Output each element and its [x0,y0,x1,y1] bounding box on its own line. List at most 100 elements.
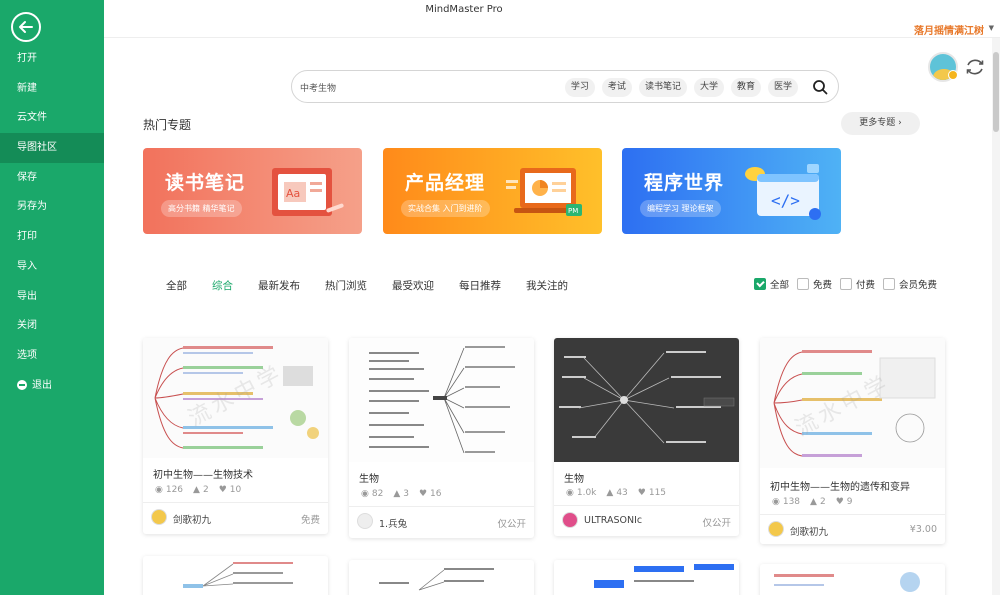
tab-popular[interactable]: 最受欢迎 [392,278,434,293]
banner-title: 读书笔记 [165,172,246,194]
eye-icon: ◉ [772,497,780,507]
title-bar: MindMaster Pro 落月摇情满江树 ▼ [104,0,1000,38]
price-label: 仅公开 [702,518,731,529]
mindmap-thumbnail[interactable]: 流水中学 [143,338,328,458]
author-name[interactable]: 剑歌初九 [173,512,211,526]
banner-product-manager[interactable]: 产品经理 实战合集 入门到进阶 PM [383,148,602,234]
mindmap-thumbnail[interactable] [554,338,739,462]
author-name[interactable]: ULTRASONIc [584,515,642,526]
filter-paid[interactable]: 付费 [840,277,875,291]
mindmap-card[interactable] [349,560,534,595]
card-stats: ◉ 82 ▲ 3 ♥ 16 [361,489,442,499]
search-icon[interactable] [812,79,828,95]
hot-topics-title: 热门专题 [143,118,192,132]
checkbox[interactable] [754,278,766,290]
search-tag[interactable]: 教育 [730,78,761,97]
search-tag[interactable]: 读书笔记 [638,78,687,97]
mindmap-preview-icon [774,572,920,592]
sidebar-item-options[interactable]: 选项 [0,341,104,371]
laptop-illustration-icon: PM [506,168,582,216]
sidebar-item-new[interactable]: 新建 [0,74,104,104]
mindmap-preview-icon [594,564,734,588]
more-topics-button[interactable]: 更多专题 › [841,112,920,135]
search-tag[interactable]: 大学 [693,78,724,97]
code-art-label: </> [771,191,800,210]
checkbox[interactable] [840,278,853,290]
tab-all[interactable]: 全部 [166,278,187,293]
author-avatar[interactable] [357,513,373,529]
tab-latest[interactable]: 最新发布 [258,278,300,293]
search-tag[interactable]: 医学 [767,78,798,97]
author-avatar[interactable] [768,521,784,537]
eye-icon: ◉ [566,488,574,498]
banner-title: 产品经理 [405,172,486,194]
tab-following[interactable]: 我关注的 [526,278,568,293]
tab-general[interactable]: 综合 [212,278,233,293]
banner-subtitle: 实战合集 入门到进阶 [401,200,490,217]
banner-reading-notes[interactable]: 读书笔记 高分书籍 精华笔记 Aa [143,148,362,234]
filter-all[interactable]: 全部 [754,277,789,291]
sidebar-item-export[interactable]: 导出 [0,282,104,312]
sidebar-item-exit[interactable]: 退出 [0,371,104,401]
filter-member-free[interactable]: 会员免费 [883,277,937,291]
back-button[interactable] [11,12,41,42]
vip-badge-icon [948,70,958,80]
category-tabs: 全部 综合 最新发布 热门浏览 最受欢迎 每日推荐 我关注的 [166,278,593,293]
scroll-thumb[interactable] [993,52,999,132]
author-name[interactable]: 剑歌初九 [790,524,828,538]
search-input[interactable] [300,79,540,95]
banner-subtitle: 编程学习 理论框架 [640,200,721,217]
card-stats: ◉ 138 ▲ 2 ♥ 9 [772,497,853,507]
author-avatar[interactable] [151,509,167,525]
tab-daily[interactable]: 每日推荐 [459,278,501,293]
card-stats: ◉ 1.0k ▲ 43 ♥ 115 [566,488,667,498]
mindmap-card[interactable]: 生物 ◉ 1.0k ▲ 43 ♥ 115 ULTRASONIc 仅公开 [554,338,739,536]
sidebar-item-import[interactable]: 导入 [0,252,104,282]
banner-title: 程序世界 [644,172,725,194]
divider [349,506,534,507]
price-filters: 全部 免费 付费 会员免费 [754,277,937,291]
mindmap-thumbnail[interactable] [349,338,534,462]
banner-programming-world[interactable]: 程序世界 编程学习 理论框架 </> [622,148,841,234]
sidebar-item-close[interactable]: 关闭 [0,311,104,341]
card-title: 初中生物——生物技术 [153,470,253,481]
checkbox[interactable] [797,278,810,290]
mindmap-card[interactable]: 流水中学 初中生物——生物的遗传和变异 ◉ 138 ▲ 2 ♥ 9 剑歌初九 ¥3.0… [760,338,945,544]
arrow-left-icon [19,21,33,33]
card-title: 生物 [564,474,584,485]
search-tag[interactable]: 学习 [564,78,595,97]
sidebar-item-save-as[interactable]: 另存为 [0,192,104,222]
author-avatar[interactable] [562,512,578,528]
mindmap-card[interactable] [554,560,739,595]
caret-down-icon[interactable]: ▼ [989,24,994,32]
mindmap-card[interactable] [143,556,328,595]
search-tag[interactable]: 考试 [601,78,632,97]
mindmap-card[interactable]: 生物 ◉ 82 ▲ 3 ♥ 16 1.兵兔 仅公开 [349,338,534,538]
mindmap-card[interactable] [760,564,945,595]
sidebar: 打开 新建 云文件 导图社区 保存 另存为 打印 导入 导出 关闭 选项 退出 [0,0,104,595]
chevron-right-icon: › [898,118,902,128]
mindmap-card[interactable]: 流水中学 初中生物——生物技术 ◉ 126 ▲ 2 ♥ 10 剑歌初九 免费 [143,338,328,534]
eye-icon: ◉ [361,489,369,499]
filter-free[interactable]: 免费 [797,277,832,291]
refresh-icon[interactable] [964,56,986,78]
sidebar-item-cloud[interactable]: 云文件 [0,103,104,133]
user-name[interactable]: 落月摇情满江树 [914,22,984,37]
app-window: 打开 新建 云文件 导图社区 保存 另存为 打印 导入 导出 关闭 选项 退出 … [0,0,1000,595]
card-title: 生物 [359,474,379,485]
sidebar-item-open[interactable]: 打开 [0,44,104,74]
scrollbar[interactable] [992,38,1000,595]
eye-icon: ◉ [155,485,163,495]
mindmap-thumbnail[interactable]: 流水中学 [760,338,945,468]
sidebar-item-print[interactable]: 打印 [0,222,104,252]
book-illustration-icon: Aa [272,168,344,216]
sidebar-item-save[interactable]: 保存 [0,163,104,193]
divider [554,505,739,506]
author-name[interactable]: 1.兵兔 [379,516,407,530]
sidebar-item-community[interactable]: 导图社区 [0,133,104,163]
sidebar-menu: 打开 新建 云文件 导图社区 保存 另存为 打印 导入 导出 关闭 选项 退出 [0,44,104,400]
price-label: 免费 [300,515,320,526]
checkbox[interactable] [883,278,896,290]
tab-hot[interactable]: 热门浏览 [325,278,367,293]
card-title: 初中生物——生物的遗传和变异 [770,482,910,493]
